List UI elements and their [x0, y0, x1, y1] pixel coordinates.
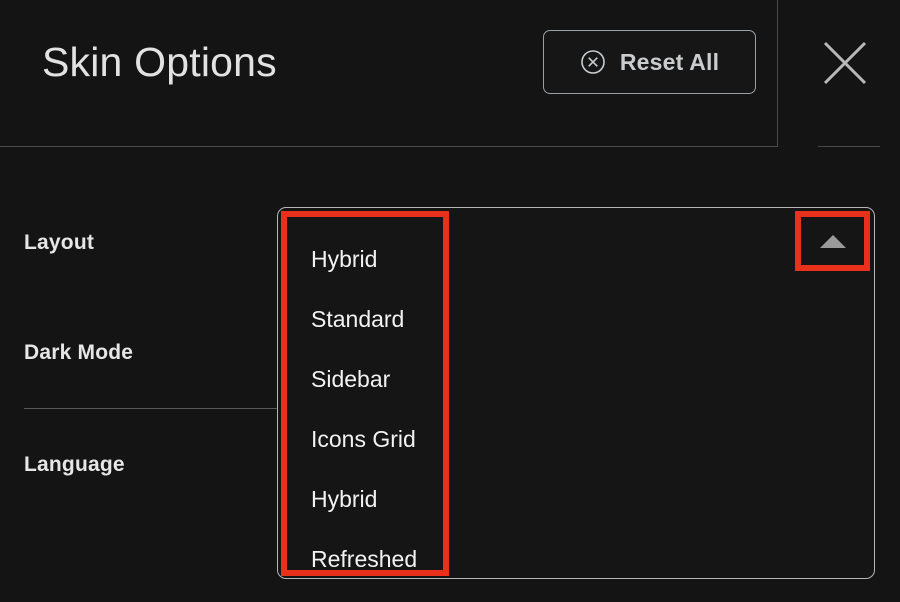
close-icon[interactable]: [818, 36, 872, 90]
list-item[interactable]: Standard: [281, 289, 449, 349]
page-title: Skin Options: [42, 39, 277, 85]
setting-label-dark-mode: Dark Mode: [24, 341, 134, 364]
layout-dropdown-toggle[interactable]: [795, 211, 870, 271]
skin-options-dialog: Skin Options Reset All Layout Dark Mode …: [0, 0, 900, 602]
dialog-header: Skin Options Reset All: [0, 0, 778, 147]
list-item[interactable]: Refreshed: [281, 529, 449, 589]
layout-dropdown-option-list: Hybrid Standard Sidebar Icons Grid Hybri…: [281, 211, 449, 576]
list-item[interactable]: Icons Grid: [281, 409, 449, 469]
settings-divider: [24, 408, 278, 409]
caret-up-icon: [819, 234, 846, 248]
reset-all-label: Reset All: [619, 48, 720, 75]
circle-x-icon: [580, 49, 606, 75]
list-item[interactable]: Sidebar: [281, 349, 449, 409]
setting-label-layout: Layout: [24, 231, 95, 254]
setting-label-language: Language: [24, 453, 125, 476]
list-item[interactable]: Hybrid: [281, 229, 449, 289]
list-item[interactable]: Hybrid: [281, 469, 449, 529]
reset-all-button[interactable]: Reset All: [543, 30, 756, 94]
close-underline-divider: [818, 146, 880, 147]
